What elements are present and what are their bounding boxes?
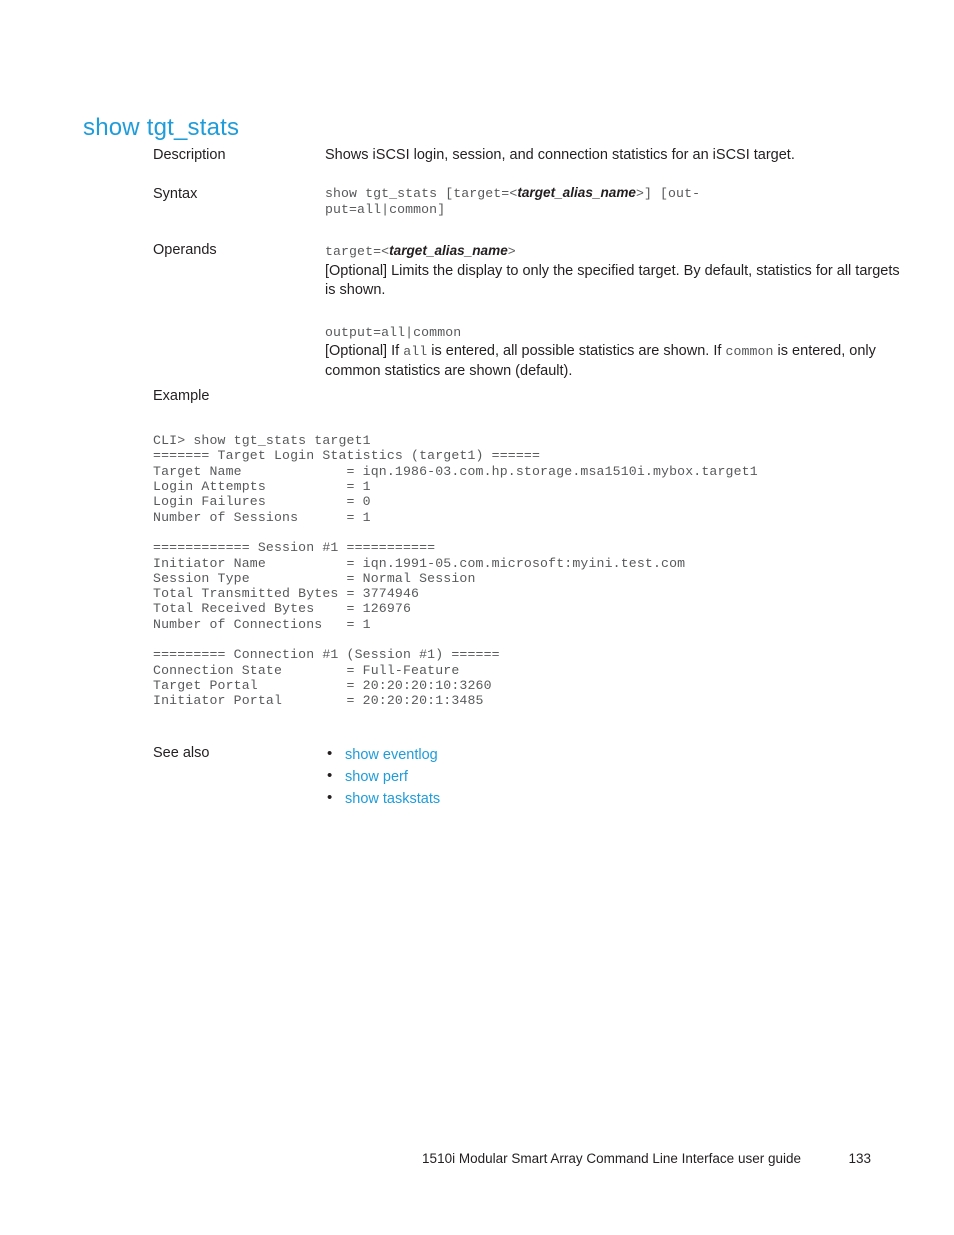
operand-output: output=all|common [Optional] If all is e… [325,323,913,382]
see-also-link-show-perf[interactable]: show perf [345,769,408,785]
see-also-link-show-taskstats[interactable]: show taskstats [345,791,440,807]
see-also-row: See also show eventlog show perf show ta… [153,743,913,810]
see-also-link-show-eventlog[interactable]: show eventlog [345,747,438,763]
syntax-label: Syntax [153,186,198,202]
example-label: Example [153,388,210,404]
operand-output-desc-a: [Optional] If [325,343,404,359]
page-title: show tgt_stats [83,114,240,142]
operand-target-sig-prefix: target=< [325,244,390,259]
operand-output-desc-b: is entered, all possible statistics are … [427,343,726,359]
list-item: show taskstats [325,787,913,810]
syntax-variable: target_alias_name [517,185,636,200]
example-code-block: CLI> show tgt_stats target1 ======= Targ… [153,433,758,709]
operand-target: target=<target_alias_name> [Optional] Li… [325,241,913,301]
operands-row: Operands target=<target_alias_name> [Opt… [153,241,913,381]
list-item: show perf [325,765,913,788]
operand-target-sig-suffix: > [507,244,516,259]
description-text: Shows iSCSI login, session, and connecti… [325,147,795,163]
operand-output-code-all: all [403,344,428,359]
operand-spacer [325,301,913,323]
see-also-label: See also [153,745,210,761]
syntax-row: Syntax show tgt_stats [target=<target_al… [153,185,913,218]
syntax-body: show tgt_stats [target=<target_alias_nam… [325,185,913,218]
operand-target-variable: target_alias_name [389,243,508,258]
operands-body: target=<target_alias_name> [Optional] Li… [325,241,913,381]
operand-output-signature: output=all|common [325,324,462,340]
see-also-list: show eventlog show perf show taskstats [325,743,913,810]
operand-output-code-common: common [725,344,774,359]
description-row: Description Shows iSCSI login, session, … [153,146,913,166]
list-item: show eventlog [325,743,913,766]
operand-target-signature: target=<target_alias_name> [325,241,913,262]
footer-page-number: 133 [848,1151,871,1166]
operand-output-description: [Optional] If all is entered, all possib… [325,342,913,381]
description-label: Description [153,147,226,163]
syntax-code-prefix: show tgt_stats [target=< [325,186,518,201]
footer-guide-title: 1510i Modular Smart Array Command Line I… [422,1151,801,1166]
operands-label: Operands [153,242,217,258]
syntax-code: show tgt_stats [target=<target_alias_nam… [325,185,913,218]
page-footer: 1510i Modular Smart Array Command Line I… [0,1151,954,1171]
see-also-body: show eventlog show perf show taskstats [325,743,913,810]
document-page: show tgt_stats Description Shows iSCSI l… [0,0,954,1235]
operand-target-description: [Optional] Limits the display to only th… [325,262,900,299]
